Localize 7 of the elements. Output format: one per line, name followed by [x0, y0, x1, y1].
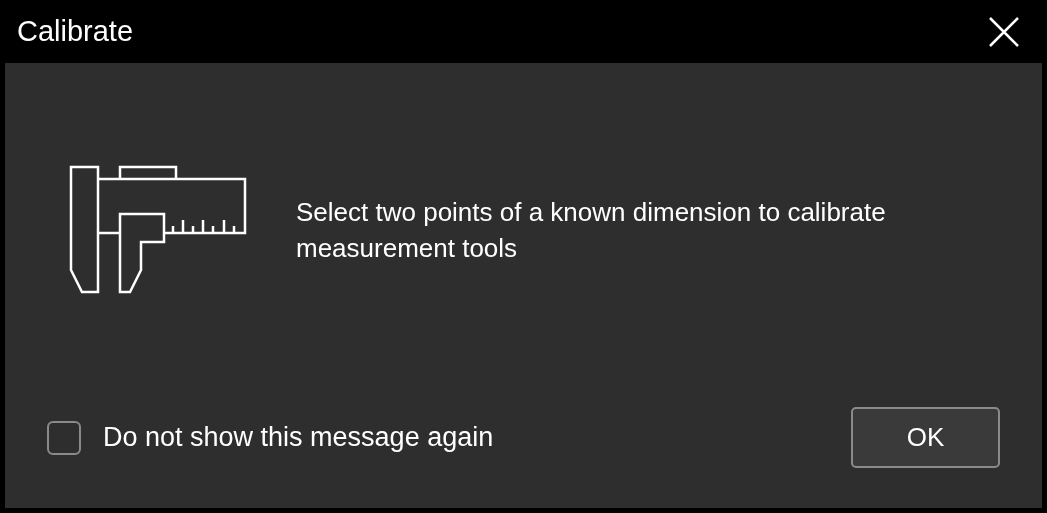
message-text: Select two points of a known dimension to calibrate measurement tools	[296, 196, 887, 265]
checkbox-label: Do not show this message again	[103, 422, 494, 453]
checkbox[interactable]	[47, 420, 81, 455]
window-title: Calibrate	[17, 15, 134, 48]
caliper-icon	[68, 164, 248, 296]
ok-button[interactable]: OK	[851, 407, 1000, 468]
close-icon[interactable]	[988, 15, 1020, 48]
